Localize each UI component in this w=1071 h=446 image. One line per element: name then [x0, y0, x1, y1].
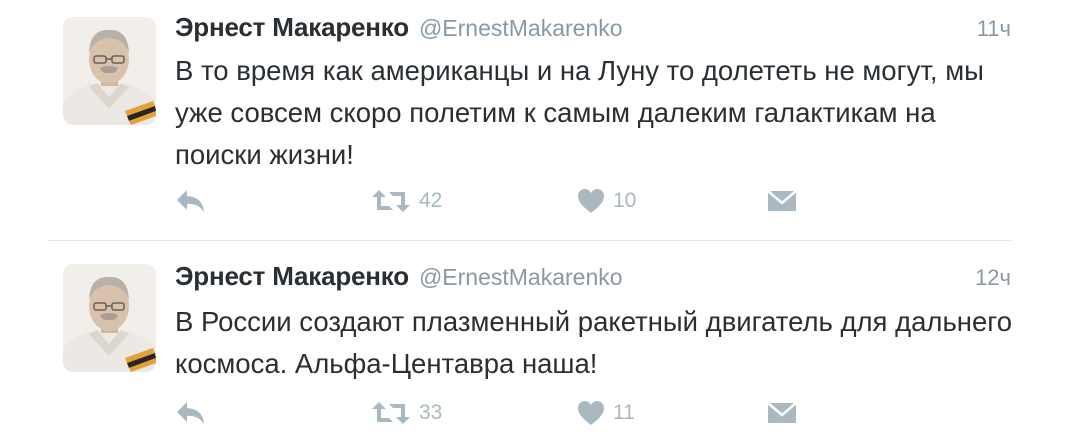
reply-button[interactable] — [175, 398, 207, 428]
heart-icon — [578, 401, 604, 425]
avatar[interactable] — [63, 17, 156, 125]
retweet-button[interactable]: 33 — [371, 398, 442, 428]
tweet-actions: 42 10 — [175, 186, 815, 216]
like-count: 10 — [613, 189, 637, 212]
direct-message-button[interactable] — [767, 186, 797, 216]
like-button[interactable]: 11 — [577, 398, 635, 428]
like-button[interactable]: 10 — [577, 186, 636, 216]
avatar[interactable] — [63, 264, 156, 372]
author-name[interactable]: Эрнест Макаренко — [175, 261, 409, 291]
envelope-icon — [767, 402, 797, 423]
retweet-icon — [372, 402, 410, 424]
tweet[interactable]: Эрнест Макаренко @ErnestMakarenko 11ч В т… — [0, 0, 1071, 240]
timestamp[interactable]: 11ч — [977, 16, 1011, 42]
retweet-count: 42 — [419, 189, 443, 212]
tweet-actions: 33 11 — [175, 398, 815, 428]
tweet-header: Эрнест Макаренко @ErnestMakarenko 11ч — [175, 12, 1011, 48]
retweet-count: 33 — [419, 401, 443, 424]
like-count: 11 — [613, 401, 635, 424]
reply-icon — [177, 402, 204, 424]
envelope-icon — [767, 190, 797, 211]
reply-button[interactable] — [175, 186, 207, 216]
author-name[interactable]: Эрнест Макаренко — [175, 12, 409, 42]
timestamp[interactable]: 12ч — [975, 265, 1011, 291]
reply-icon — [177, 190, 204, 212]
author-handle[interactable]: @ErnestMakarenko — [419, 264, 623, 290]
tweet-header: Эрнест Макаренко @ErnestMakarenko 12ч — [175, 261, 1011, 297]
author-handle[interactable]: @ErnestMakarenko — [419, 15, 623, 41]
direct-message-button[interactable] — [767, 398, 797, 428]
retweet-icon — [372, 190, 410, 212]
tweet[interactable]: Эрнест Макаренко @ErnestMakarenko 12ч В Р… — [0, 241, 1071, 446]
retweet-button[interactable]: 42 — [371, 186, 442, 216]
tweet-text: В то время как американцы и на Луну то д… — [175, 55, 984, 170]
heart-icon — [578, 189, 604, 213]
tweet-text: В России создают плазменный ракетный дви… — [175, 306, 1013, 379]
